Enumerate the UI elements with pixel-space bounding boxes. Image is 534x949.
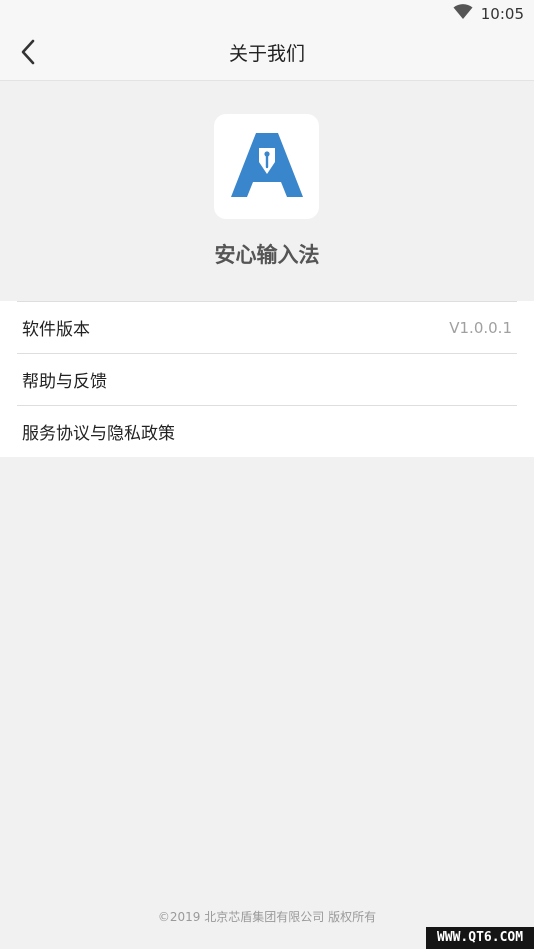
menu-item-help-feedback[interactable]: 帮助与反馈 [17,353,517,405]
wifi-icon [453,4,473,24]
menu-item-terms-privacy[interactable]: 服务协议与隐私政策 [17,405,517,457]
status-bar: 10:05 [0,0,534,28]
page-title: 关于我们 [228,43,305,65]
menu-item-label: 软件版本 [22,320,90,340]
status-time: 10:05 [480,5,524,23]
menu-list: 软件版本 V1.0.0.1 帮助与反馈 服务协议与隐私政策 [0,301,534,457]
status-right: 10:05 [453,4,524,24]
menu-item-version[interactable]: 软件版本 V1.0.0.1 [17,301,517,353]
copyright-text: ©2019 北京芯盾集团有限公司 版权所有 [157,910,377,924]
watermark: WWW.QT6.COM [426,927,534,949]
app-info-section: 安心输入法 [0,81,534,301]
header: 关于我们 [0,28,534,81]
app-name: 安心输入法 [214,243,320,267]
menu-item-label: 服务协议与隐私政策 [22,424,175,444]
version-value: V1.0.0.1 [449,318,512,337]
menu-item-label: 帮助与反馈 [22,372,107,392]
app-logo-icon [229,130,305,204]
app-logo [214,114,319,219]
